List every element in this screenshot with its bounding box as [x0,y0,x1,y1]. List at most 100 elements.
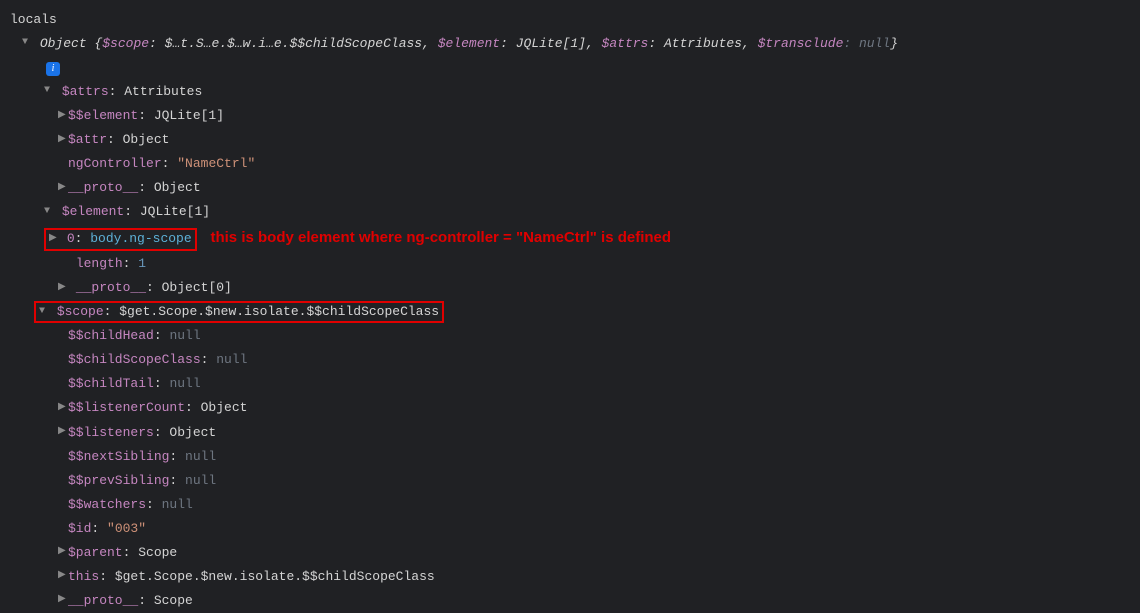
attrs-row[interactable]: $attrs: Attributes [10,80,1130,104]
object-prefix: Object { [40,36,102,51]
length-val: 1 [138,256,146,271]
property-null: null [216,352,247,367]
scope-key: $scope [57,304,104,319]
key-element: $element [438,36,500,51]
property-row[interactable]: $$listeners: Object [10,421,1130,445]
property-row[interactable]: $id: "003" [10,517,1130,541]
property-key: $$nextSibling [68,449,169,464]
property-key: this [68,569,99,584]
chevron-right-icon[interactable] [58,543,68,562]
attrs-key: $attrs [62,84,109,99]
property-row[interactable]: $$element: JQLite[1] [10,104,1130,128]
key-scope: $scope [102,36,149,51]
val-transclude: : null [843,36,890,51]
property-key: ngController [68,156,162,171]
property-string: "NameCtrl" [177,156,255,171]
property-val: : Scope [138,593,193,608]
property-row[interactable]: $$listenerCount: Object [10,396,1130,420]
property-null: null [169,376,200,391]
property-row[interactable]: $$childScopeClass: null [10,348,1130,372]
highlight-box-scope: $scope: $get.Scope.$new.isolate.$$childS… [34,301,444,323]
scope-val: : $get.Scope.$new.isolate.$$childScopeCl… [104,304,439,319]
val-attrs: : Attributes, [648,36,757,51]
property-val: : Object [138,180,200,195]
property-val: : Object [154,425,216,440]
property-sep: : [154,328,170,343]
property-sep: : [162,156,178,171]
console-header: locals [10,8,1130,32]
chevron-right-icon[interactable] [58,567,68,586]
property-key: $$childHead [68,328,154,343]
property-row[interactable]: $$childTail: null [10,372,1130,396]
locals-label: locals [10,12,57,27]
property-key: $$listeners [68,425,154,440]
chevron-right-icon[interactable] [49,232,59,246]
object-summary-row[interactable]: Object {$scope: $…t.S…e.$…w.i…e.$$childS… [10,32,1130,56]
element-proto-row[interactable]: __proto__: Object[0] [10,276,1130,300]
element-key: $element [62,204,124,219]
chevron-right-icon[interactable] [58,591,68,610]
info-icon[interactable]: i [46,62,60,76]
property-sep: : [154,376,170,391]
property-row[interactable]: __proto__: Object [10,176,1130,200]
annotation-text: this is body element where ng-controller… [210,229,671,246]
property-row[interactable]: $parent: Scope [10,541,1130,565]
chevron-down-icon[interactable] [44,82,54,101]
proto-val: : Object[0] [146,280,232,295]
property-key: $$watchers [68,497,146,512]
property-val: : Scope [123,545,178,560]
key-transclude: $transclude [758,36,844,51]
property-key: $parent [68,545,123,560]
val-element: : JQLite[1], [500,36,601,51]
element-tag[interactable]: body [90,231,121,246]
attrs-val: : Attributes [109,84,203,99]
chevron-right-icon[interactable] [58,423,68,442]
property-key: __proto__ [68,180,138,195]
property-row[interactable]: __proto__: Scope [10,589,1130,613]
property-key: $$listenerCount [68,400,185,415]
property-sep: : [201,352,217,367]
property-val: : $get.Scope.$new.isolate.$$childScopeCl… [99,569,434,584]
index-key: 0 [67,231,75,246]
chevron-right-icon[interactable] [58,279,68,298]
proto-key: __proto__ [76,280,146,295]
property-key: __proto__ [68,593,138,608]
scope-row[interactable]: $scope: $get.Scope.$new.isolate.$$childS… [10,300,1130,324]
index-sep: : [75,231,91,246]
property-key: $attr [68,132,107,147]
length-sep: : [123,256,139,271]
property-row[interactable]: $$prevSibling: null [10,469,1130,493]
property-row[interactable]: this: $get.Scope.$new.isolate.$$childSco… [10,565,1130,589]
element-val: : JQLite[1] [124,204,210,219]
property-null: null [185,473,216,488]
element-class[interactable]: .ng-scope [121,231,191,246]
object-suffix: } [890,36,898,51]
chevron-down-icon[interactable] [22,34,32,53]
element-row[interactable]: $element: JQLite[1] [10,200,1130,224]
property-val: : Object [185,400,247,415]
property-key: $id [68,521,91,536]
property-row[interactable]: $$childHead: null [10,324,1130,348]
property-row[interactable]: $$watchers: null [10,493,1130,517]
property-sep: : [169,473,185,488]
property-null: null [185,449,216,464]
chevron-right-icon[interactable] [58,107,68,126]
property-row[interactable]: $attr: Object [10,128,1130,152]
property-row[interactable]: ngController: "NameCtrl" [10,152,1130,176]
property-sep: : [146,497,162,512]
chevron-right-icon[interactable] [58,179,68,198]
info-row: i [10,56,1130,80]
property-row[interactable]: $$nextSibling: null [10,445,1130,469]
val-scope: : $…t.S…e.$…w.i…e.$$childScopeClass, [149,36,438,51]
property-null: null [162,497,193,512]
length-key: length [76,256,123,271]
property-key: $$element [68,108,138,123]
element-index0-row[interactable]: 0: body.ng-scope this is body element wh… [10,224,1130,252]
chevron-right-icon[interactable] [58,131,68,150]
property-string: "003" [107,521,146,536]
highlight-box-element-0: 0: body.ng-scope [44,228,197,250]
chevron-down-icon[interactable] [39,305,49,319]
chevron-down-icon[interactable] [44,203,54,222]
property-key: $$prevSibling [68,473,169,488]
chevron-right-icon[interactable] [58,399,68,418]
